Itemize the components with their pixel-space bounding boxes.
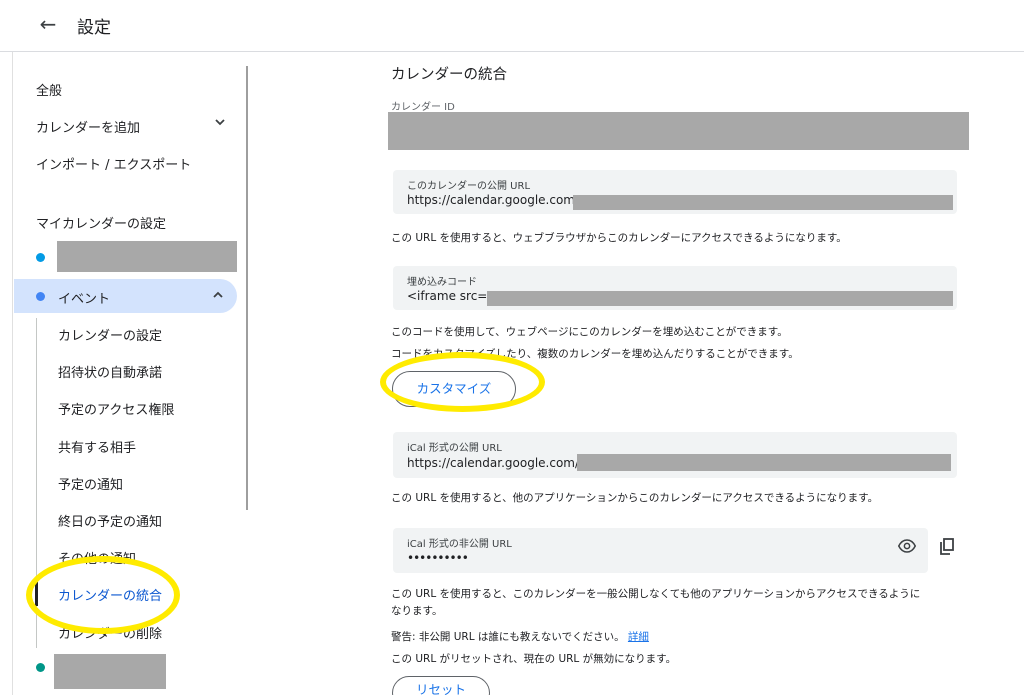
sidebar-item-general[interactable]: 全般 xyxy=(36,80,62,99)
ical-public-url-value: https://calendar.google.com/ xyxy=(407,456,580,470)
calendar-color-dot xyxy=(36,663,45,672)
ical-public-url-field[interactable]: iCal 形式の公開 URL https://calendar.google.c… xyxy=(393,432,957,478)
embed-code-field[interactable]: 埋め込みコード <iframe src=" xyxy=(393,266,957,310)
private-url-warning: 警告: 非公開 URL は誰にも教えないでください。 詳細 xyxy=(391,629,649,644)
redacted-url-part xyxy=(573,195,953,210)
calendar-color-dot xyxy=(36,292,45,301)
arrow-back-icon[interactable]: ← xyxy=(36,12,60,36)
sidebar-item-add-calendar[interactable]: カレンダーを追加 xyxy=(36,117,140,136)
sidebar-section-my-calendars: マイカレンダーの設定 xyxy=(36,217,167,232)
redacted-calendar-id xyxy=(388,112,969,150)
ical-private-url-field[interactable]: iCal 形式の非公開 URL •••••••••• xyxy=(393,528,928,573)
app-header: ← 設定 xyxy=(0,0,1024,52)
ical-public-url-help: この URL を使用すると、他のアプリケーションからこのカレンダーにアクセスでき… xyxy=(391,492,879,504)
page-title: 設定 xyxy=(77,18,111,38)
public-url-value: https://calendar.google.com/ xyxy=(407,193,580,207)
warning-text: 警告: 非公開 URL は誰にも教えないでください。 xyxy=(391,631,625,643)
left-edge-rule xyxy=(12,0,13,695)
chevron-down-icon[interactable] xyxy=(214,116,226,131)
public-url-field[interactable]: このカレンダーの公開 URL https://calendar.google.c… xyxy=(393,170,957,214)
ical-private-url-value: •••••••••• xyxy=(407,551,469,565)
sidebar-calendar-event[interactable] xyxy=(14,279,237,313)
ical-private-url-help-2: なります。 xyxy=(391,605,443,617)
sidebar-sub-event-notifications[interactable]: 予定の通知 xyxy=(58,474,123,493)
ical-private-url-help-1: この URL を使用すると、このカレンダーを一般公開しなくても他のアプリケーショ… xyxy=(391,588,921,600)
public-url-label: このカレンダーの公開 URL xyxy=(407,181,531,192)
sidebar-sub-calendar-settings[interactable]: カレンダーの設定 xyxy=(58,325,162,344)
calendar-id-label: カレンダー ID xyxy=(391,102,455,113)
ical-public-url-label: iCal 形式の公開 URL xyxy=(407,443,502,454)
sidebar-calendar-event-label: イベント xyxy=(58,292,111,307)
ical-private-url-label: iCal 形式の非公開 URL xyxy=(407,539,512,550)
sidebar-sub-auto-accept[interactable]: 招待状の自動承諾 xyxy=(58,362,162,381)
embed-code-value: <iframe src=" xyxy=(407,289,493,303)
reset-button[interactable]: リセット xyxy=(392,676,490,695)
redacted-calendar-name[interactable] xyxy=(54,654,166,689)
section-title: カレンダーの統合 xyxy=(391,67,507,83)
public-url-help: この URL を使用すると、ウェブブラウザからこのカレンダーにアクセスできるよう… xyxy=(391,232,847,244)
highlight-annotation xyxy=(26,556,180,634)
copy-icon[interactable] xyxy=(934,538,960,564)
sidebar-sub-share[interactable]: 共有する相手 xyxy=(58,437,136,456)
sidebar-sub-access-permissions[interactable]: 予定のアクセス権限 xyxy=(58,399,174,418)
redacted-url-part xyxy=(577,454,951,471)
embed-code-label: 埋め込みコード xyxy=(407,277,477,288)
eye-icon[interactable] xyxy=(894,537,920,563)
redacted-calendar-name[interactable] xyxy=(57,241,237,272)
calendar-color-dot xyxy=(36,253,45,262)
chevron-up-icon[interactable] xyxy=(212,289,224,304)
reset-note: この URL がリセットされ、現在の URL が無効になります。 xyxy=(391,653,677,665)
redacted-embed-part xyxy=(487,291,953,306)
sidebar-item-import-export[interactable]: インポート / エクスポート xyxy=(36,154,191,173)
sidebar-sub-all-day-notifications[interactable]: 終日の予定の通知 xyxy=(58,511,162,530)
embed-code-help-1: このコードを使用して、ウェブページにこのカレンダーを埋め込むことができます。 xyxy=(391,326,788,338)
details-link[interactable]: 詳細 xyxy=(628,631,649,643)
sidebar-scrollbar[interactable] xyxy=(246,66,248,510)
highlight-annotation xyxy=(380,352,545,412)
